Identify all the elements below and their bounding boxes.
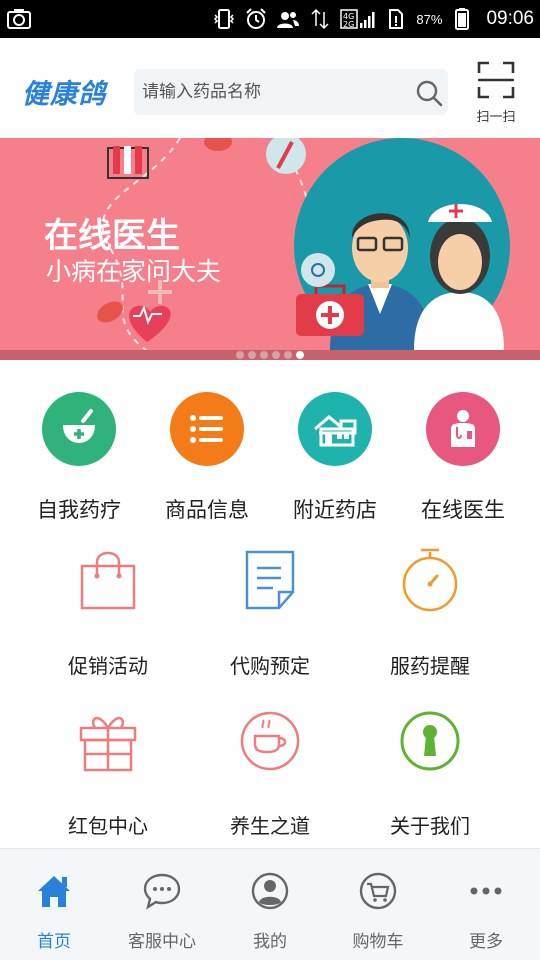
feature-label: 服药提醒 <box>390 654 470 678</box>
promo-banner[interactable]: 在线医生 小病在家问大夫 <box>0 138 540 360</box>
nav-more[interactable]: 更多 <box>432 849 540 960</box>
svg-text:2G: 2G <box>343 20 354 29</box>
nav-label: 更多 <box>469 932 503 952</box>
feature-label: 自我药疗 <box>37 498 121 522</box>
document-icon <box>245 550 295 610</box>
feature-label: 在线医生 <box>421 498 505 522</box>
feature-label: 红包中心 <box>68 814 148 838</box>
carousel-dot-active[interactable] <box>296 351 304 359</box>
store-icon <box>298 392 372 466</box>
info-keyhole-icon <box>400 711 460 771</box>
chat-icon <box>143 873 181 910</box>
feature-red-packet[interactable]: 红包中心 <box>28 692 188 852</box>
alarm-icon <box>246 8 267 29</box>
scan-icon <box>477 61 515 99</box>
feature-medication-reminder[interactable]: 服药提醒 <box>350 532 510 692</box>
user-icon <box>251 872 289 910</box>
cart-icon <box>359 872 397 910</box>
carousel-dot[interactable] <box>260 351 268 359</box>
feature-product-info[interactable]: 商品信息 <box>142 362 272 532</box>
clock: 09:06 <box>486 8 534 29</box>
carousel-indicator <box>0 351 540 360</box>
app-header: 健康鸽 扫一扫 <box>0 38 540 138</box>
feature-row-secondary: 促销活动 代购预定 服药提醒 <box>0 532 540 692</box>
feature-purchase-booking[interactable]: 代购预定 <box>190 532 350 692</box>
bottom-navigation: 首页 客服中心 我的 购物车 更多 <box>0 848 540 960</box>
shopping-bag-icon <box>80 551 136 610</box>
feature-label: 养生之道 <box>230 814 310 838</box>
stopwatch-icon <box>402 548 458 612</box>
signal-4g-icon: 4G 2G <box>340 9 375 29</box>
carousel-dot[interactable] <box>248 351 256 359</box>
feature-promotions[interactable]: 促销活动 <box>28 532 188 692</box>
feature-label: 促销活动 <box>68 654 148 678</box>
feature-label: 关于我们 <box>390 814 470 838</box>
gift-icon <box>79 717 137 772</box>
scan-button[interactable]: 扫一扫 <box>468 56 524 126</box>
data-transfer-icon <box>311 8 329 30</box>
nav-label: 客服中心 <box>128 932 196 952</box>
search-bar[interactable] <box>134 69 448 115</box>
nav-label: 首页 <box>37 932 71 952</box>
carousel-dot[interactable] <box>272 351 280 359</box>
sim-alert-icon <box>389 9 404 29</box>
nav-customer-service[interactable]: 客服中心 <box>108 849 216 960</box>
tea-cup-icon <box>240 711 300 771</box>
doctor-icon <box>426 392 500 466</box>
search-icon[interactable] <box>414 78 444 108</box>
nav-cart[interactable]: 购物车 <box>324 849 432 960</box>
screenshot-icon <box>7 9 31 29</box>
app-logo[interactable]: 健康鸽 <box>22 72 106 111</box>
feature-label: 商品信息 <box>165 498 249 522</box>
feature-row-tertiary: 红包中心 养生之道 关于我们 <box>0 692 540 852</box>
nav-label: 购物车 <box>352 932 404 952</box>
list-icon <box>170 392 244 466</box>
nav-label: 我的 <box>253 932 287 952</box>
feature-health-tips[interactable]: 养生之道 <box>190 692 350 852</box>
carousel-dot[interactable] <box>284 351 292 359</box>
banner-subtitle: 小病在家问大夫 <box>46 257 222 286</box>
home-icon <box>38 876 70 907</box>
scan-label: 扫一扫 <box>476 110 516 125</box>
feature-self-medication[interactable]: 自我药疗 <box>14 362 144 532</box>
feature-label: 附近药店 <box>293 498 377 522</box>
banner-title: 在线医生 <box>44 216 180 256</box>
battery-icon <box>455 8 470 30</box>
vibrate-icon <box>214 9 235 29</box>
battery-percent: 87% <box>416 11 443 27</box>
contacts-icon <box>277 12 300 28</box>
nav-profile[interactable]: 我的 <box>216 849 324 960</box>
feature-about-us[interactable]: 关于我们 <box>350 692 510 852</box>
search-input[interactable] <box>142 69 404 115</box>
more-icon <box>470 887 502 895</box>
status-bar: 4G 2G 87% 09:06 <box>0 0 540 38</box>
feature-label: 代购预定 <box>230 654 310 678</box>
feature-row-primary: 自我药疗 商品信息 附近药店 在线医生 <box>0 362 540 532</box>
feature-online-doctor[interactable]: 在线医生 <box>398 362 528 532</box>
nav-home[interactable]: 首页 <box>0 849 108 960</box>
feature-nearby-pharmacy[interactable]: 附近药店 <box>270 362 400 532</box>
mortar-pestle-icon <box>42 392 116 466</box>
test-tubes-icon <box>107 146 149 179</box>
carousel-dot[interactable] <box>236 351 244 359</box>
